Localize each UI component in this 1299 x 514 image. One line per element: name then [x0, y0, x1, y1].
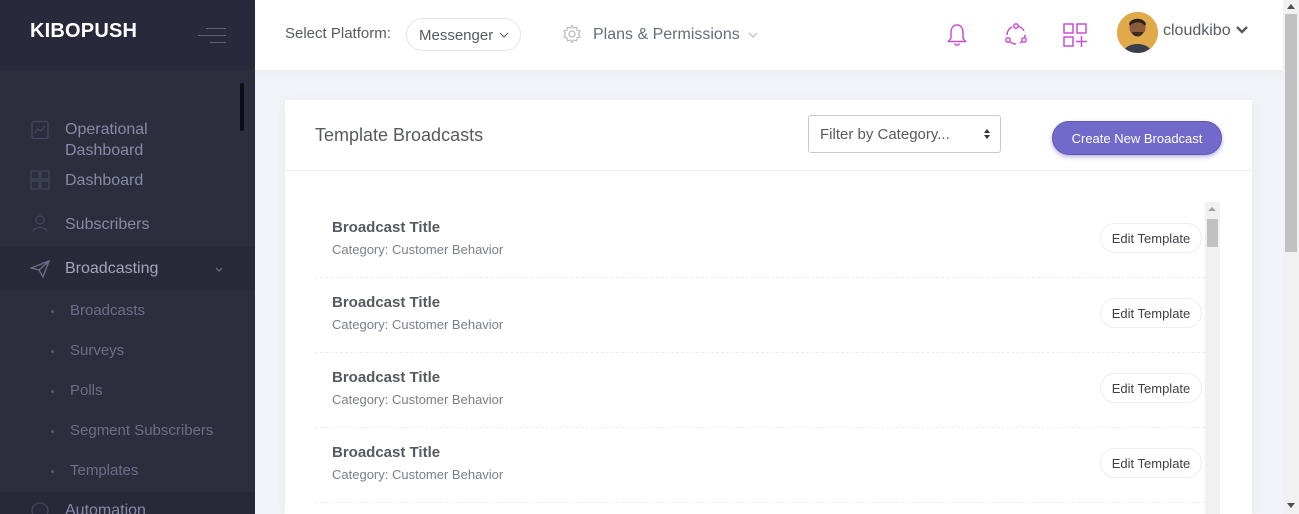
list-item: Broadcast Title Category: Customer Behav… [315, 352, 1205, 428]
sort-arrows-icon [984, 129, 990, 139]
platform-select[interactable]: Messenger [406, 18, 521, 51]
template-broadcasts-panel: Template Broadcasts Filter by Category..… [285, 100, 1252, 514]
chevron-down-icon [499, 32, 509, 38]
sidebar-item-label: Broadcasting [65, 260, 159, 277]
user-icon [32, 215, 48, 233]
edit-template-label: Edit Template [1111, 456, 1191, 471]
sidebar-subitem-broadcasts[interactable]: Broadcasts [0, 302, 255, 322]
sidebar-subitem-label: Segment Subscribers [70, 422, 214, 439]
hamburger-menu-icon[interactable] [198, 28, 226, 46]
chevron-down-icon [215, 267, 223, 272]
chevron-down-icon[interactable] [1235, 25, 1249, 35]
sidebar-subitem-surveys[interactable]: Surveys [0, 342, 255, 362]
broadcast-list: Broadcast Title Category: Customer Behav… [315, 202, 1205, 514]
create-button-label: Create New Broadcast [1071, 131, 1203, 146]
create-new-broadcast-button[interactable]: Create New Broadcast [1052, 121, 1222, 155]
avatar[interactable] [1117, 12, 1158, 53]
user-name[interactable]: cloudkibo [1163, 22, 1231, 40]
sidebar-item-label: Subscribers [65, 216, 150, 233]
share-icon[interactable] [1003, 22, 1029, 48]
panel-header: Template Broadcasts Filter by Category..… [285, 100, 1252, 171]
sidebar-item-label: Automation [65, 502, 146, 514]
paper-plane-icon [30, 259, 50, 279]
scroll-up-icon[interactable] [1287, 4, 1295, 9]
broadcast-title: Broadcast Title [332, 219, 441, 236]
scrollbar-thumb[interactable] [1285, 14, 1297, 252]
list-scrollbar[interactable] [1205, 202, 1220, 514]
bullet-dot [51, 310, 54, 313]
sidebar-item-operational-dashboard[interactable]: Operational Dashboard [0, 110, 255, 159]
chevron-down-icon [748, 32, 758, 38]
sidebar-subitem-label: Polls [70, 382, 103, 399]
filter-placeholder: Filter by Category... [820, 126, 950, 143]
sidebar-subitem-label: Surveys [70, 342, 125, 359]
platform-label: Select Platform: [285, 25, 391, 42]
bullet-dot [51, 350, 54, 353]
sidebar-subitem-polls[interactable]: Polls [0, 382, 255, 402]
sidebar-subitem-segment-subscribers[interactable]: Segment Subscribers [0, 422, 255, 442]
broadcast-category: Category: Customer Behavior [332, 392, 504, 407]
scroll-up-icon[interactable] [1208, 207, 1216, 211]
sidebar-item-subscribers[interactable]: Subscribers [0, 212, 255, 238]
sidebar: KIBOPUSH Operational Dashboard Dashboard [0, 0, 255, 514]
bullet-dot [51, 430, 54, 433]
sidebar-item-automation[interactable]: Automation [0, 492, 255, 514]
broadcast-category: Category: Customer Behavior [332, 242, 504, 257]
edit-template-label: Edit Template [1111, 306, 1191, 321]
top-header: Select Platform: Messenger Plans & Permi… [255, 0, 1283, 70]
edit-template-label: Edit Template [1111, 231, 1191, 246]
broadcast-category: Category: Customer Behavior [332, 317, 504, 332]
page-scrollbar[interactable] [1283, 0, 1299, 514]
sidebar-subitem-label: Templates [70, 462, 139, 479]
sidebar-item-broadcasting[interactable]: Broadcasting [0, 247, 255, 291]
sidebar-subitem-label: Broadcasts [70, 302, 146, 319]
gear-icon [563, 24, 581, 44]
edit-template-label: Edit Template [1111, 381, 1191, 396]
sidebar-item-dashboard[interactable]: Dashboard [0, 168, 255, 194]
scrollbar-thumb[interactable] [1207, 219, 1218, 247]
broadcast-title: Broadcast Title [332, 369, 441, 386]
page-title: Template Broadcasts [315, 125, 484, 145]
sidebar-item-label: Dashboard [65, 172, 144, 189]
clipboard-chart-icon [31, 120, 49, 140]
platform-value: Messenger [419, 27, 494, 44]
brand-bar: KIBOPUSH [0, 0, 255, 70]
list-item: Broadcast Title Category: Customer Behav… [315, 202, 1205, 278]
sidebar-item-label: Operational Dashboard [65, 121, 148, 159]
category-filter-select[interactable]: Filter by Category... [808, 115, 1001, 153]
edit-template-button[interactable]: Edit Template [1100, 298, 1202, 328]
edit-template-button[interactable]: Edit Template [1100, 223, 1202, 253]
grid-icon [30, 170, 50, 190]
bell-icon[interactable] [944, 22, 970, 48]
sidebar-subitem-templates[interactable]: Templates [0, 462, 255, 482]
bullet-dot [51, 390, 54, 393]
list-item: Broadcast Title Category: Customer Behav… [315, 427, 1205, 503]
user-photo-icon [1117, 12, 1158, 53]
automation-icon [31, 502, 49, 514]
bullet-dot [51, 470, 54, 473]
broadcast-title: Broadcast Title [332, 444, 441, 461]
edit-template-button[interactable]: Edit Template [1100, 448, 1202, 478]
broadcast-category: Category: Customer Behavior [332, 467, 504, 482]
list-item: Broadcast Title Category: Customer Behav… [315, 277, 1205, 353]
scroll-down-icon[interactable] [1287, 503, 1295, 508]
apps-add-icon[interactable] [1062, 22, 1088, 48]
edit-template-button[interactable]: Edit Template [1100, 373, 1202, 403]
brand-logo: KIBOPUSH [30, 20, 138, 42]
plans-label: Plans & Permissions [593, 26, 740, 43]
broadcast-title: Broadcast Title [332, 294, 441, 311]
